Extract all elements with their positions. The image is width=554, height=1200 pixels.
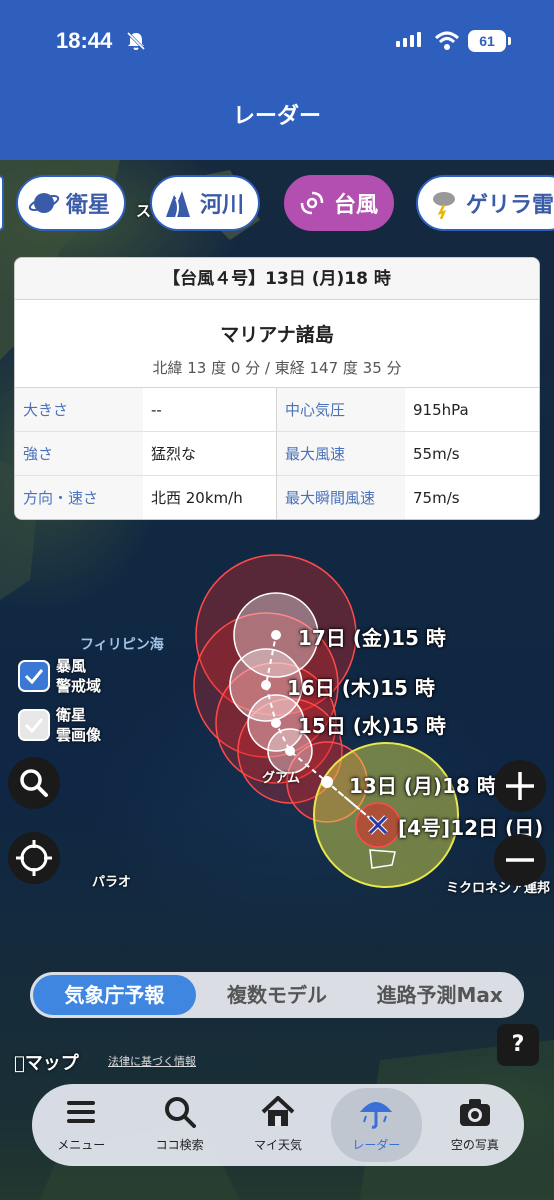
battery-icon: 61	[468, 30, 511, 52]
wifi-icon	[434, 31, 460, 50]
forecast-segmented-control: 気象庁予報 複数モデル 進路予測Max	[30, 972, 524, 1018]
segment-multi-model[interactable]: 複数モデル	[196, 975, 359, 1015]
page-title: レーダー	[232, 104, 321, 129]
umbrella-icon	[360, 1102, 393, 1129]
crosshair-icon	[16, 840, 52, 876]
zoom-out-button[interactable]	[494, 834, 546, 886]
camera-icon	[459, 1099, 490, 1126]
track-label: 17日 (金)15 時	[298, 626, 446, 650]
info-value: 猛烈な	[143, 432, 277, 476]
thunderstorm-icon	[433, 192, 455, 219]
layer-chip-typhoon[interactable]: 台風	[284, 175, 395, 231]
info-value: 55m/s	[405, 432, 539, 476]
track-label: 16日 (木)15 時	[287, 676, 435, 700]
search-icon	[20, 769, 48, 797]
tab-menu[interactable]: メニュー	[32, 1084, 130, 1166]
info-label: 最大風速	[277, 432, 405, 476]
apple-logo-icon: 	[14, 1053, 25, 1074]
layer-chip-river[interactable]: 河川	[150, 175, 261, 231]
planet-icon	[28, 193, 60, 213]
tab-radar[interactable]: レーダー	[327, 1084, 425, 1166]
menu-icon	[67, 1101, 96, 1123]
info-label: 方向・速さ	[15, 476, 143, 519]
sea-label: フィリピン海	[80, 637, 164, 653]
home-icon	[261, 1096, 295, 1126]
map-place-fragment: ス	[136, 202, 152, 220]
info-label: 大きさ	[15, 388, 143, 432]
top-bar: 18:44 61 レーダー	[0, 0, 554, 160]
segment-track-max[interactable]: 進路予測Max	[358, 975, 521, 1015]
layer-chip-partial[interactable]	[0, 175, 4, 231]
tab-search[interactable]: ココ検索	[130, 1084, 228, 1166]
bottom-tab-bar: メニュー ココ検索 マイ天気 レーダー 空の写真	[32, 1084, 524, 1166]
checkbox-label: 暴風 警戒域	[56, 657, 102, 695]
track-label: 15日 (水)15 時	[298, 714, 446, 738]
layer-chip-guerrilla[interactable]: ゲリラ雷	[416, 175, 554, 231]
info-value: 915hPa	[405, 388, 539, 432]
info-location: マリアナ諸島 北緯 13 度 0 分 / 東経 147 度 35 分	[15, 300, 539, 388]
checkbox-unchecked[interactable]	[18, 709, 50, 741]
segment-jma-forecast[interactable]: 気象庁予報	[33, 975, 196, 1015]
apple-maps-attribution: マップ	[14, 1053, 79, 1074]
legal-link[interactable]: 法律に基づく情報	[108, 1053, 196, 1069]
checkbox-checked[interactable]	[18, 660, 50, 692]
signal-icon	[396, 32, 421, 47]
layer-chip-satellite[interactable]: 衛星	[16, 175, 127, 231]
info-value: --	[143, 388, 277, 432]
info-value: 北西 20km/h	[143, 476, 277, 519]
info-value: 75m/s	[405, 476, 539, 519]
status-time: 18:44	[56, 28, 113, 53]
tab-my-weather[interactable]: マイ天気	[229, 1084, 327, 1166]
info-table: 大きさ -- 中心気圧 915hPa 強さ 猛烈な 最大風速 55m/s 方向・…	[15, 388, 539, 519]
info-heading: 【台風４号】13日 (月)18 時	[15, 258, 539, 300]
search-icon	[164, 1097, 196, 1128]
radar-map[interactable]: 衛星 河川 台風 ゲリラ雷 ス 【台風４号】13日 (月)18 時 マリアナ諸島…	[0, 160, 554, 1200]
checkbox-label: 衛星 雲画像	[56, 706, 102, 744]
info-label: 強さ	[15, 432, 143, 476]
tab-sky-photo[interactable]: 空の写真	[426, 1084, 524, 1166]
track-label: 13日 (月)18 時	[349, 774, 497, 798]
check-icon	[24, 669, 44, 685]
location-name: マリアナ諸島	[220, 324, 334, 346]
checkbox-satellite-cloud[interactable]: 衛星 雲画像	[18, 705, 101, 745]
check-icon	[24, 718, 44, 734]
info-label: 中心気圧	[277, 388, 405, 432]
minus-icon	[506, 858, 534, 862]
bell-off-icon	[126, 31, 146, 51]
checkbox-storm-warning[interactable]: 暴風 警戒域	[18, 656, 101, 696]
locate-button[interactable]	[8, 832, 60, 884]
place-label-guam: グアム	[262, 771, 301, 786]
plus-icon	[506, 772, 534, 800]
zoom-in-button[interactable]	[494, 760, 546, 812]
info-label: 最大瞬間風速	[277, 476, 405, 519]
river-icon	[166, 191, 190, 218]
place-label-palau: パラオ	[92, 875, 132, 890]
typhoon-info-panel: 【台風４号】13日 (月)18 時 マリアナ諸島 北緯 13 度 0 分 / 東…	[14, 257, 540, 520]
help-button[interactable]: ?	[497, 1024, 539, 1066]
location-coordinates: 北緯 13 度 0 分 / 東経 147 度 35 分	[152, 359, 402, 377]
search-map-button[interactable]	[8, 757, 60, 809]
typhoon-icon	[300, 191, 324, 215]
